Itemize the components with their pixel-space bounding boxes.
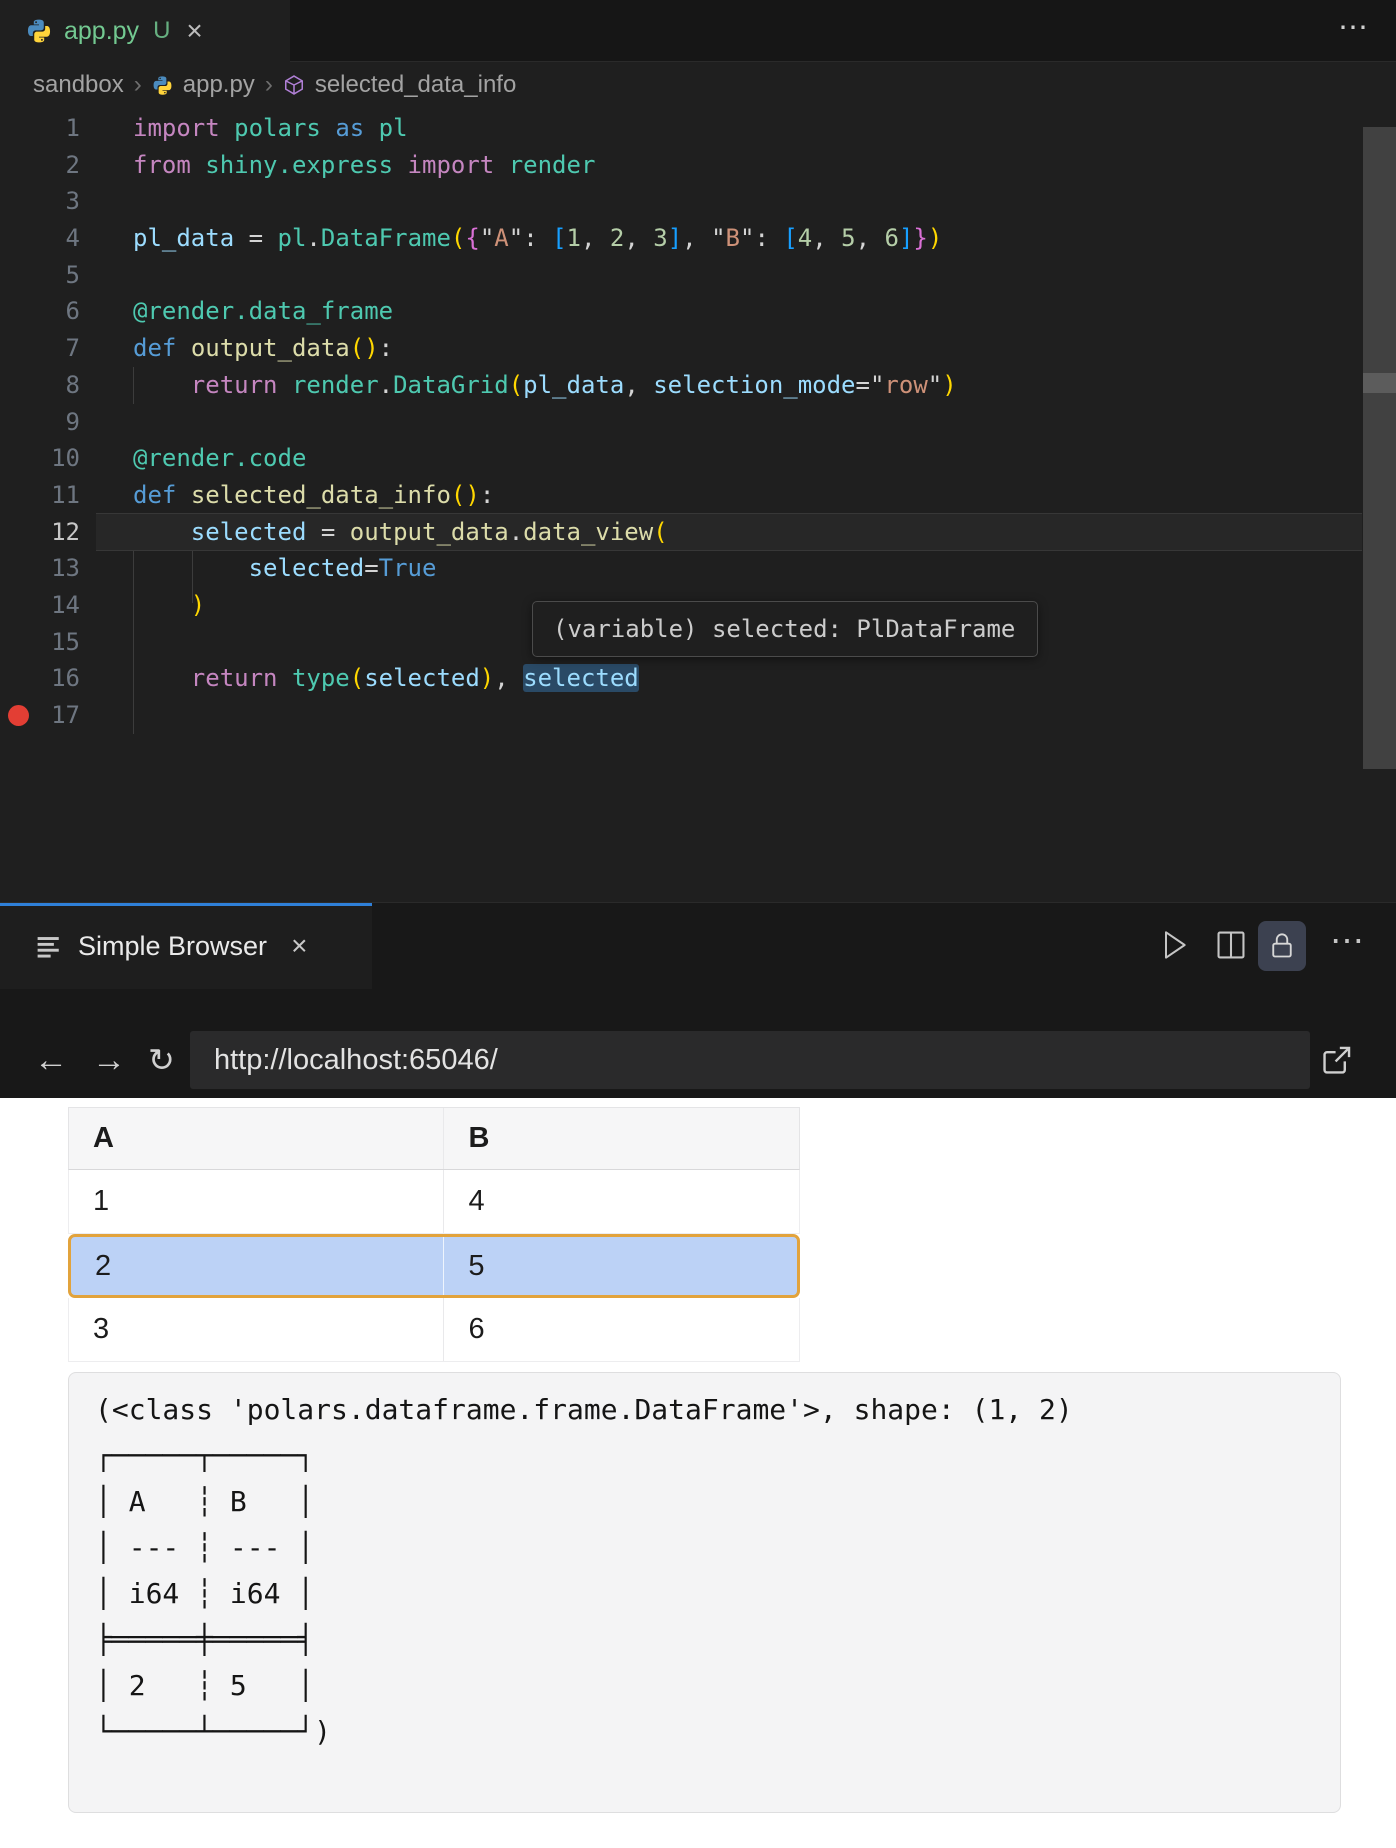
line-number: 6 [0, 293, 80, 330]
code-line[interactable]: 1 import polars as pl [0, 110, 1396, 147]
indent-guide [133, 551, 134, 734]
open-external-icon[interactable] [1320, 1043, 1354, 1077]
line-number: 1 [0, 110, 80, 147]
play-icon[interactable] [1158, 927, 1190, 963]
close-icon[interactable]: × [291, 932, 307, 960]
line-number: 2 [0, 147, 80, 184]
table-cell: 6 [443, 1298, 799, 1361]
code-text: import polars as pl [133, 110, 408, 147]
data-grid: A B 1 4 2 5 3 6 [68, 1107, 800, 1362]
code-line[interactable]: 4 pl_data = pl.DataFrame({"A": [1, 2, 3],… [0, 220, 1396, 257]
line-number: 13 [0, 550, 80, 587]
table-cell: 2 [71, 1237, 443, 1295]
code-line[interactable]: 17 [0, 697, 1396, 734]
active-tab-accent [0, 903, 372, 906]
breadcrumb-item-file[interactable]: app.py [183, 71, 255, 99]
editor-tab-bar: app.py U × ⋯ [0, 0, 1396, 62]
split-editor-icon[interactable] [1214, 927, 1248, 963]
reload-icon[interactable]: ↻ [148, 1041, 175, 1079]
code-text: pl_data = pl.DataFrame({"A": [1, 2, 3], … [133, 220, 942, 257]
code-text: def selected_data_info(): [133, 477, 494, 514]
line-number: 3 [0, 183, 80, 220]
table-cell: 4 [443, 1170, 799, 1233]
code-text: selected = output_data.data_view( [133, 514, 668, 551]
code-text: @render.code [133, 440, 306, 477]
line-number: 11 [0, 477, 80, 514]
breakpoint-dot[interactable] [8, 705, 29, 726]
symbol-cube-icon [283, 74, 305, 96]
line-number: 5 [0, 257, 80, 294]
python-icon [26, 18, 52, 44]
code-output-card: (<class 'polars.dataframe.frame.DataFram… [68, 1372, 1341, 1813]
tab-dirty-badge: U [153, 17, 170, 45]
code-text: from shiny.express import render [133, 147, 595, 184]
code-text: selected=True [133, 550, 436, 587]
table-cell: 5 [443, 1237, 797, 1295]
url-input[interactable] [190, 1031, 1310, 1089]
chevron-right-icon: › [134, 71, 142, 99]
code-line[interactable]: 8 return render.DataGrid(pl_data, select… [0, 367, 1396, 404]
code-line[interactable]: 12 selected = output_data.data_view( [0, 514, 1396, 551]
hover-tooltip: (variable) selected: PlDataFrame [532, 601, 1038, 657]
code-line[interactable]: 3 [0, 183, 1396, 220]
indent-guide [133, 367, 134, 404]
lock-icon [1268, 929, 1296, 963]
close-icon[interactable]: × [186, 17, 202, 45]
line-number: 12 [0, 514, 80, 551]
list-icon [36, 933, 62, 959]
table-row[interactable]: 1 4 [68, 1170, 800, 1234]
tab-simple-browser[interactable]: Simple Browser × [0, 903, 372, 989]
line-number: 14 [0, 587, 80, 624]
code-text: return type(selected), selected [133, 660, 639, 697]
table-cell: 3 [69, 1298, 443, 1361]
tab-label: app.py [64, 17, 139, 46]
table-row-selected[interactable]: 2 5 [68, 1234, 800, 1298]
table-header-row: A B [68, 1107, 800, 1170]
lock-toggle-button[interactable] [1258, 921, 1306, 971]
panel-title: Simple Browser [78, 931, 267, 962]
line-number: 7 [0, 330, 80, 367]
table-cell: 1 [69, 1170, 443, 1233]
column-header-b[interactable]: B [443, 1108, 799, 1169]
line-number: 10 [0, 440, 80, 477]
back-icon[interactable]: ← [34, 1041, 68, 1080]
code-text: def output_data(): [133, 330, 393, 367]
code-text: ) [133, 587, 205, 624]
code-text: return render.DataGrid(pl_data, selectio… [133, 367, 957, 404]
code-line[interactable]: 5 [0, 257, 1396, 294]
line-number: 4 [0, 220, 80, 257]
chevron-right-icon: › [265, 71, 273, 99]
code-line[interactable]: 10 @render.code [0, 440, 1396, 477]
code-line[interactable]: 13 selected=True [0, 550, 1396, 587]
column-header-a[interactable]: A [69, 1108, 443, 1169]
line-number: 8 [0, 367, 80, 404]
code-editor[interactable]: 1 import polars as pl 2 from shiny.express … [0, 108, 1396, 902]
code-line[interactable]: 7 def output_data(): [0, 330, 1396, 367]
code-output-text: (<class 'polars.dataframe.frame.DataFram… [69, 1373, 1340, 1755]
indent-guide [192, 551, 193, 603]
scrollbar[interactable] [1363, 127, 1396, 769]
python-icon [152, 75, 173, 96]
tab-app-py[interactable]: app.py U × [0, 0, 290, 62]
code-text: @render.data_frame [133, 293, 393, 330]
more-actions-icon[interactable]: ⋯ [1330, 921, 1364, 961]
line-number: 15 [0, 624, 80, 661]
scrollbar-slider[interactable] [1363, 373, 1396, 393]
forward-icon[interactable]: → [92, 1041, 126, 1080]
code-line[interactable]: 11 def selected_data_info(): [0, 477, 1396, 514]
table-row[interactable]: 3 6 [68, 1298, 800, 1362]
line-number: 9 [0, 404, 80, 441]
more-actions-icon[interactable]: ⋯ [1338, 10, 1368, 45]
code-line[interactable]: 16 return type(selected), selected [0, 660, 1396, 697]
code-line[interactable]: 2 from shiny.express import render [0, 147, 1396, 184]
code-line[interactable]: 6 @render.data_frame [0, 293, 1396, 330]
breadcrumb-item-sandbox[interactable]: sandbox [33, 71, 124, 99]
breadcrumb: sandbox › app.py › selected_data_info [0, 62, 1396, 108]
browser-page: A B 1 4 2 5 3 6 (<class 'polars.datafram… [0, 1098, 1396, 1848]
breadcrumb-item-symbol[interactable]: selected_data_info [315, 71, 517, 99]
line-number: 16 [0, 660, 80, 697]
simple-browser-panel: Simple Browser × ⋯ ← → ↻ [0, 902, 1396, 1098]
code-line[interactable]: 9 [0, 404, 1396, 441]
